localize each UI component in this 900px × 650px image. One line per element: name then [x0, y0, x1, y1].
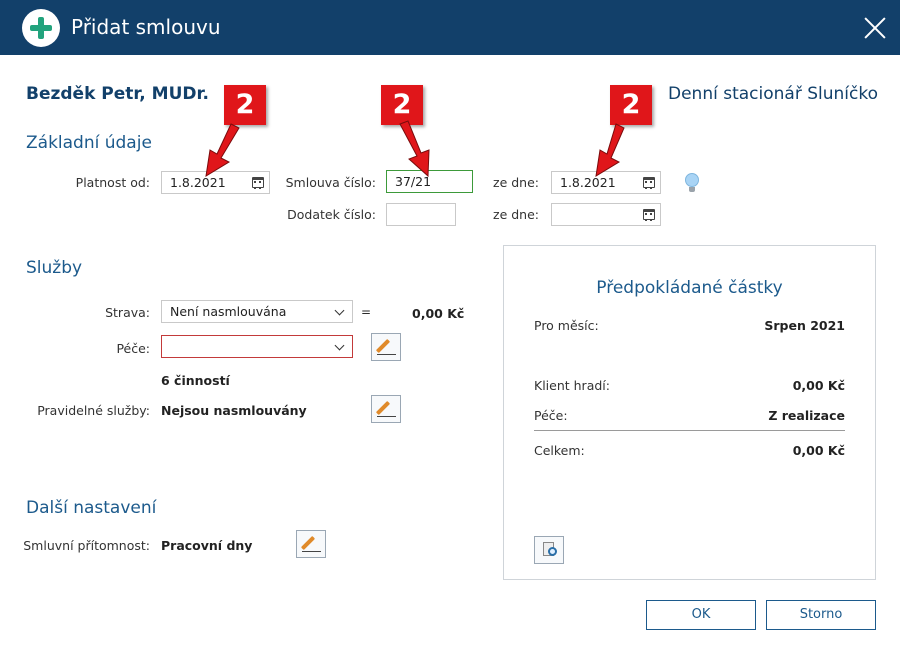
annotation-arrow	[399, 120, 430, 178]
pencil-icon	[375, 400, 391, 416]
annotation-arrow	[205, 123, 240, 177]
ok-button[interactable]: OK	[646, 600, 756, 630]
cancel-button[interactable]: Storno	[766, 600, 876, 630]
calendar-icon[interactable]	[643, 209, 655, 221]
lightbulb-icon[interactable]	[685, 173, 699, 192]
title-bar: Přidat smlouvu	[0, 0, 900, 55]
pencil-icon	[300, 535, 316, 551]
care-label: Péče:	[116, 341, 150, 356]
pencil-icon	[375, 338, 391, 354]
estimate-panel: Předpokládané částky Pro měsíc: Srpen 20…	[503, 245, 876, 580]
section-basic-title: Základní údaje	[26, 133, 152, 153]
edit-care-button[interactable]	[371, 333, 401, 361]
contract-date-label: ze dne:	[493, 175, 539, 190]
total-label: Celkem:	[534, 443, 585, 458]
window-title: Přidat smlouvu	[71, 15, 221, 39]
preview-button[interactable]	[534, 536, 564, 564]
client-pays-value: 0,00 Kč	[792, 378, 845, 393]
regular-services-value: Nejsou nasmlouvány	[161, 403, 307, 418]
contract-number-value: 37/21	[395, 174, 432, 189]
meal-select[interactable]: Není nasmlouvána	[161, 300, 353, 323]
annotation-arrow	[595, 123, 625, 177]
calendar-icon[interactable]	[252, 177, 264, 189]
amendment-date-label: ze dne:	[493, 207, 539, 222]
total-value: 0,00 Kč	[792, 443, 845, 458]
calendar-icon[interactable]	[643, 177, 655, 189]
contract-date-value: 1.8.2021	[560, 175, 616, 190]
preview-icon	[548, 547, 557, 556]
client-name: Bezděk Petr, MUDr.	[26, 84, 209, 104]
meal-select-value: Není nasmlouvána	[170, 304, 287, 319]
annotation-marker: 2	[610, 85, 652, 125]
section-services-title: Služby	[26, 258, 83, 278]
care-activities-count: 6 činností	[161, 373, 230, 388]
section-other-title: Další nastavení	[26, 498, 157, 518]
divider	[534, 430, 845, 431]
edit-regular-services-button[interactable]	[371, 395, 401, 423]
estimate-title: Předpokládané částky	[596, 278, 783, 298]
valid-from-field[interactable]: 1.8.2021	[161, 171, 270, 194]
contract-number-field[interactable]: 37/21	[386, 170, 473, 193]
amendment-number-field[interactable]	[386, 203, 456, 226]
annotation-marker: 2	[224, 85, 266, 125]
annotation-marker: 2	[381, 85, 423, 125]
month-value: Srpen 2021	[764, 318, 845, 333]
contract-number-label: Smlouva číslo:	[285, 175, 376, 190]
regular-services-label: Pravidelné služby:	[37, 403, 150, 418]
client-pays-label: Klient hradí:	[534, 378, 610, 393]
chevron-down-icon	[334, 340, 345, 351]
meal-label: Strava:	[105, 305, 150, 320]
valid-from-label: Platnost od:	[75, 175, 150, 190]
amendment-label: Dodatek číslo:	[287, 207, 376, 222]
chevron-down-icon	[334, 305, 345, 316]
valid-from-value: 1.8.2021	[170, 175, 226, 190]
contract-date-field[interactable]: 1.8.2021	[551, 171, 661, 194]
edit-presence-button[interactable]	[296, 530, 326, 558]
care-select[interactable]	[161, 335, 353, 358]
equals-sign: =	[361, 305, 372, 319]
month-label: Pro měsíc:	[534, 318, 599, 333]
estimate-care-value: Z realizace	[768, 408, 845, 423]
facility-name: Denní stacionář Sluníčko	[668, 84, 878, 104]
estimate-care-label: Péče:	[534, 408, 568, 423]
amendment-date-field[interactable]	[551, 203, 661, 226]
close-icon[interactable]	[862, 15, 888, 41]
presence-value: Pracovní dny	[161, 538, 253, 553]
plus-icon	[22, 9, 60, 47]
presence-label: Smluvní přítomnost:	[23, 538, 150, 553]
meal-price: 0,00 Kč	[412, 306, 465, 321]
